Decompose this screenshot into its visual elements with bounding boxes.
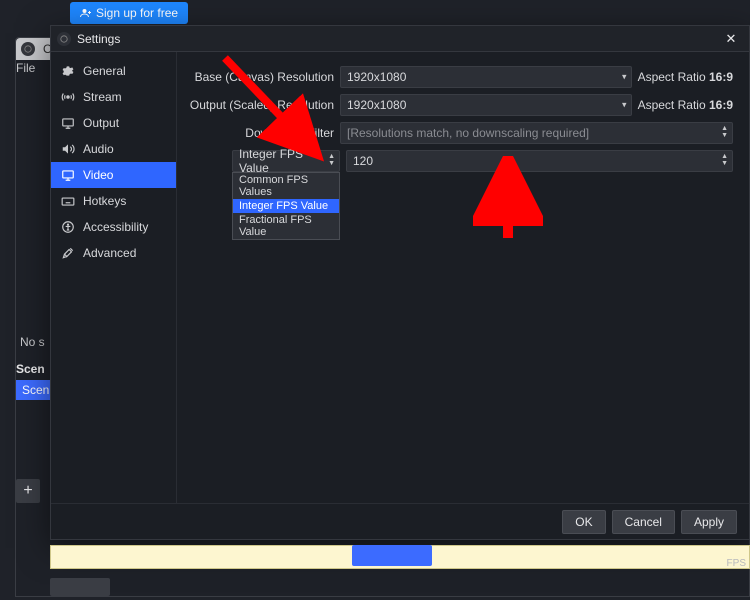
sidebar-item-accessibility[interactable]: Accessibility bbox=[51, 214, 176, 240]
gear-icon bbox=[61, 64, 75, 78]
sidebar-item-label: Audio bbox=[83, 142, 114, 156]
sidebar-item-stream[interactable]: Stream bbox=[51, 84, 176, 110]
warning-bar-button[interactable] bbox=[352, 545, 432, 566]
fps-type-select[interactable]: Integer FPS Value ▲▼ bbox=[232, 150, 340, 172]
base-resolution-label: Base (Canvas) Resolution bbox=[177, 70, 340, 84]
sidebar-item-video[interactable]: Video bbox=[51, 162, 176, 188]
sidebar-item-advanced[interactable]: Advanced bbox=[51, 240, 176, 266]
fps-option-common[interactable]: Common FPS Values bbox=[233, 173, 339, 199]
settings-close-button[interactable]: ✕ bbox=[719, 29, 743, 49]
ok-button[interactable]: OK bbox=[562, 510, 605, 534]
app-icon bbox=[21, 42, 35, 56]
sidebar-item-label: Accessibility bbox=[83, 220, 148, 234]
fps-option-fractional[interactable]: Fractional FPS Value bbox=[233, 213, 339, 239]
chevron-down-icon: ▾ bbox=[622, 72, 627, 83]
keyboard-icon bbox=[61, 194, 75, 208]
base-resolution-select[interactable]: 1920x1080 ▾ bbox=[340, 66, 632, 88]
add-scene-button[interactable]: + bbox=[16, 479, 40, 503]
settings-title: Settings bbox=[77, 32, 120, 46]
accessibility-icon bbox=[61, 220, 75, 234]
menu-file[interactable]: File bbox=[16, 61, 35, 75]
bottom-addon-button[interactable] bbox=[50, 578, 110, 596]
fps-type-dropdown: Common FPS Values Integer FPS Value Frac… bbox=[232, 172, 340, 240]
spin-icon: ▲▼ bbox=[721, 125, 728, 139]
sidebar-item-label: General bbox=[83, 64, 126, 78]
chevron-down-icon: ▾ bbox=[622, 100, 627, 111]
signup-label: Sign up for free bbox=[96, 6, 178, 20]
signup-button[interactable]: Sign up for free bbox=[70, 2, 188, 24]
downscale-filter-label: Downscale Filter bbox=[177, 126, 340, 140]
settings-dialog: Settings ✕ General Stream Output Audio bbox=[50, 25, 750, 540]
scaled-resolution-label: Output (Scaled) Resolution bbox=[177, 98, 340, 112]
status-fps-text: FPS bbox=[727, 558, 750, 569]
sidebar-item-output[interactable]: Output bbox=[51, 110, 176, 136]
sidebar-item-label: Hotkeys bbox=[83, 194, 126, 208]
fps-value-input[interactable]: 120 ▲▼ bbox=[346, 150, 733, 172]
sidebar-item-label: Stream bbox=[83, 90, 122, 104]
sidebar-item-audio[interactable]: Audio bbox=[51, 136, 176, 162]
spin-icon: ▲▼ bbox=[328, 153, 335, 167]
scaled-aspect-ratio: Aspect Ratio 16:9 bbox=[638, 98, 733, 112]
output-icon bbox=[61, 116, 75, 130]
settings-titlebar[interactable]: Settings ✕ bbox=[51, 26, 749, 52]
downscale-filter-select[interactable]: [Resolutions match, no downscaling requi… bbox=[340, 122, 733, 144]
scaled-resolution-select[interactable]: 1920x1080 ▾ bbox=[340, 94, 632, 116]
sidebar-item-label: Video bbox=[83, 168, 113, 182]
sidebar-item-label: Advanced bbox=[83, 246, 136, 260]
sidebar-item-label: Output bbox=[83, 116, 119, 130]
settings-footer: OK Cancel Apply bbox=[51, 503, 749, 539]
person-plus-icon bbox=[80, 7, 92, 19]
scenes-panel-header: Scen bbox=[16, 358, 50, 380]
settings-sidebar: General Stream Output Audio Video Hotkey… bbox=[51, 52, 177, 503]
settings-window-icon bbox=[57, 32, 71, 46]
sidebar-item-general[interactable]: General bbox=[51, 58, 176, 84]
broadcast-icon bbox=[61, 90, 75, 104]
base-aspect-ratio: Aspect Ratio 16:9 bbox=[638, 70, 733, 84]
monitor-icon bbox=[61, 168, 75, 182]
settings-form: Base (Canvas) Resolution 1920x1080 ▾ Asp… bbox=[177, 52, 749, 503]
fps-option-integer[interactable]: Integer FPS Value bbox=[233, 199, 339, 213]
no-sources-text: No s bbox=[20, 335, 45, 349]
tools-icon bbox=[61, 246, 75, 260]
spin-icon: ▲▼ bbox=[721, 153, 728, 167]
cancel-button[interactable]: Cancel bbox=[612, 510, 675, 534]
sidebar-item-hotkeys[interactable]: Hotkeys bbox=[51, 188, 176, 214]
speaker-icon bbox=[61, 142, 75, 156]
apply-button[interactable]: Apply bbox=[681, 510, 737, 534]
